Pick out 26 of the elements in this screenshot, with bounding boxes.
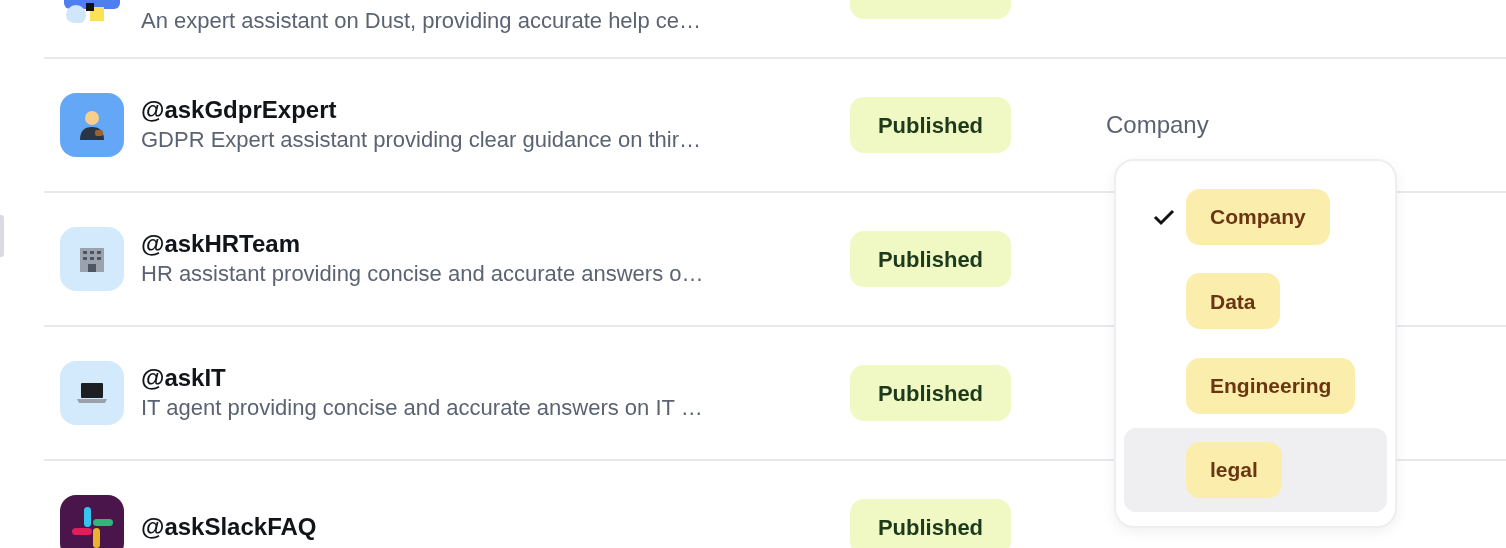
category-tag: Engineering (1186, 357, 1356, 414)
agent-description: IT agent providing concise and accurate answers on IT … (141, 394, 703, 423)
agent-name: @askHRTeam (141, 229, 301, 259)
status-badge: Published (850, 499, 1011, 548)
status-badge: Published (850, 365, 1011, 421)
person-icon (79, 110, 105, 140)
category-label: Company (1106, 110, 1209, 140)
menu-item[interactable]: Engineering (1124, 343, 1387, 428)
status-badge: Published (850, 231, 1011, 287)
agent-name: @askIT (141, 363, 226, 393)
hash-logo-icon (70, 505, 114, 548)
resize-handle[interactable] (0, 215, 4, 257)
menu-item[interactable]: Data (1124, 259, 1387, 344)
menu-item[interactable]: Company (1124, 175, 1387, 260)
agent-name: @askGdprExpert (141, 95, 337, 125)
building-icon (78, 246, 106, 272)
status-badge: Published (850, 97, 1011, 153)
agent-description: An expert assistant on Dust, providing accurate help ce… (141, 6, 702, 35)
agent-name: @askSlackFAQ (141, 512, 317, 543)
agent-description: GDPR Expert assistant providing clear guidance on thir… (141, 126, 702, 155)
menu-item[interactable]: legal (1124, 427, 1387, 512)
category-tag: Company (1186, 189, 1330, 246)
agent-description: HR assistant providing concise and accurate answers o… (141, 260, 704, 289)
category-tag: legal (1186, 441, 1282, 498)
category-tag: Data (1186, 273, 1280, 330)
laptop-icon (77, 382, 107, 404)
